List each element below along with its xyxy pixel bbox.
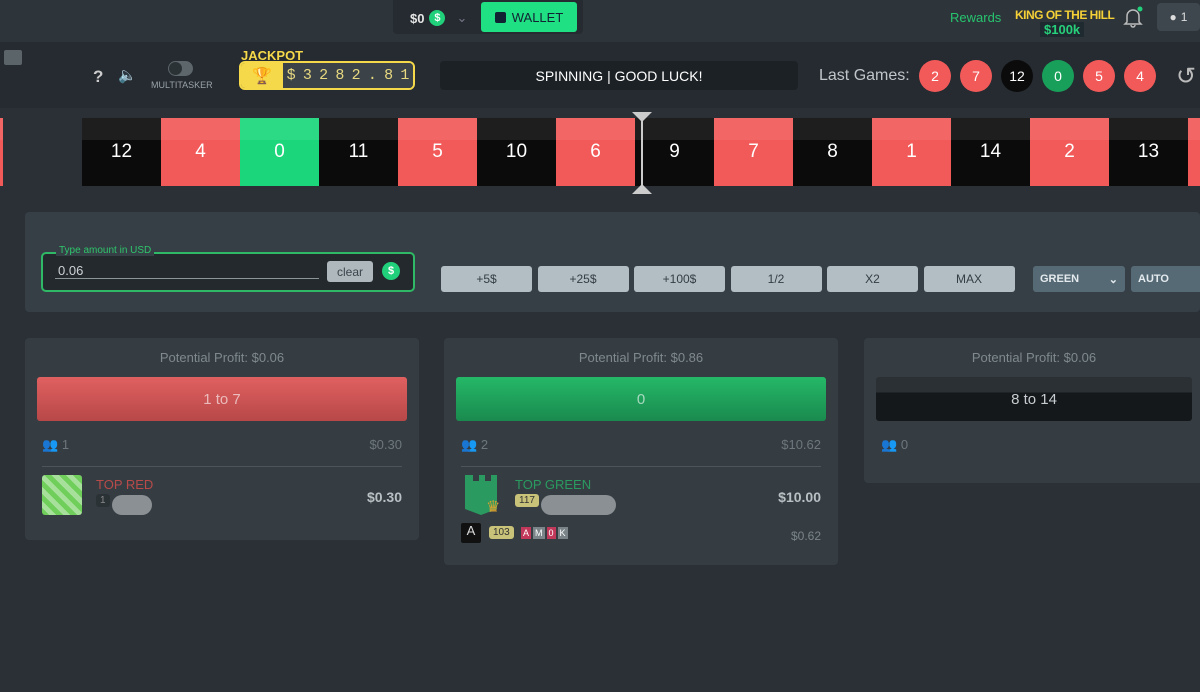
quick-bet-button[interactable]: +25$ (537, 266, 629, 292)
level-badge: 1 (96, 494, 110, 507)
potential-profit: Potential Profit: $0.06 (971, 350, 1097, 365)
jackpot-digit: 2 (319, 67, 329, 84)
last-game-ball: 7 (960, 60, 992, 92)
jackpot-counter[interactable]: 🏆 $3 2 8 2. 8 1 (239, 61, 415, 90)
marker-line (641, 114, 643, 192)
chat-icon[interactable] (4, 50, 22, 65)
last-game-ball: 5 (1083, 60, 1115, 92)
wheel-tile (1188, 118, 1200, 186)
auto-select[interactable]: AUTO (1131, 266, 1200, 292)
color-select[interactable]: GREEN ⌄ (1033, 266, 1125, 292)
trophy-icon: 🏆 (241, 63, 283, 88)
wheel-tile: 9 (635, 118, 714, 186)
chevron-down-icon: ⌄ (1108, 273, 1118, 286)
dollar-coin-icon: $ (382, 262, 400, 280)
potential-profit: Potential Profit: $0.06 (159, 350, 285, 365)
total-bet: $10.62 (781, 437, 821, 452)
badge: 0 (546, 527, 556, 539)
wheel-tile: 13 (1109, 118, 1188, 186)
players-count: 👥 0 (881, 437, 909, 452)
wheel-tile: 12 (82, 118, 161, 186)
badge: M (533, 527, 545, 539)
roulette-strip: 3 1240115106978114213 (0, 118, 1200, 186)
wheel-tile: 4 (161, 118, 240, 186)
history-icon[interactable]: ↺ (1176, 62, 1196, 91)
bet-black-button[interactable]: 8 to 14 (876, 377, 1192, 421)
bet-card-green: Potential Profit: $0.86 0 👥 2 $10.62 ♛ TO… (444, 338, 838, 565)
crown-icon: ♛ (486, 499, 501, 516)
bettor-row: A 103 AM0K $0.62 (461, 523, 821, 549)
wheel-tile: 5 (398, 118, 477, 186)
logo-prize: $100k (1040, 22, 1085, 37)
paw-icon: ● (1169, 10, 1177, 24)
top-bettor: ♛ TOP GREEN 117 $10.00 (461, 467, 821, 523)
jackpot-digit: . (367, 67, 377, 84)
username-redacted (112, 495, 152, 515)
quick-bet-button[interactable]: +5$ (441, 266, 532, 292)
bet-card-black: Potential Profit: $0.06 8 to 14 👥 0 (864, 338, 1200, 483)
avatar (42, 475, 82, 515)
chevron-down-icon[interactable]: ⌄ (456, 10, 467, 26)
wheel-tile: 11 (319, 118, 398, 186)
jackpot-digit: 3 (302, 67, 312, 84)
avatar: A (461, 523, 481, 543)
quick-bet-button[interactable]: X2 (827, 266, 918, 292)
last-game-ball: 0 (1042, 60, 1074, 92)
level-badge: 117 (515, 494, 539, 507)
user-button[interactable]: ● 1 (1157, 3, 1200, 31)
badge: K (557, 527, 568, 539)
wallet-icon (494, 11, 506, 23)
quick-bet-button[interactable]: MAX (923, 266, 1015, 292)
king-of-the-hill-logo[interactable]: KING OF THE HILL (1015, 8, 1115, 22)
bet-green-button[interactable]: 0 (456, 377, 826, 421)
username-redacted (541, 495, 616, 515)
sound-icon[interactable]: 🔈 (118, 66, 137, 84)
players-count: 👥 1 (42, 437, 70, 452)
wheel-tile: 7 (714, 118, 793, 186)
jackpot-digit: 1 (400, 67, 410, 84)
last-game-ball: 2 (919, 60, 951, 92)
wheel-tile: 0 (240, 118, 319, 186)
balance[interactable]: $0 $ ⌄ (410, 10, 467, 26)
bell-icon[interactable] (1122, 6, 1144, 28)
wheel-tile: 2 (1030, 118, 1109, 186)
multitasker-label: MULTITASKER (151, 80, 213, 90)
spin-status: SPINNING | GOOD LUCK! (440, 61, 798, 90)
last-game-ball: 4 (1124, 60, 1156, 92)
jackpot-digit: 2 (351, 67, 361, 84)
wallet-button[interactable]: WALLET (481, 2, 577, 32)
potential-profit: Potential Profit: $0.86 (578, 350, 704, 365)
jackpot-digit: 8 (335, 67, 345, 84)
wheel-tile: 10 (477, 118, 556, 186)
wheel-tile: 1 (872, 118, 951, 186)
total-bet: $0.30 (369, 437, 402, 452)
amount-label: Type amount in USD (56, 245, 155, 256)
level-badge: 103 (489, 526, 514, 539)
dollar-coin-icon: $ (429, 10, 446, 26)
marker-bottom (632, 184, 652, 194)
clear-button[interactable]: clear (327, 261, 373, 282)
wheel-tile: 8 (793, 118, 872, 186)
quick-bet-button[interactable]: 1/2 (730, 266, 822, 292)
rewards-link[interactable]: Rewards (950, 10, 1001, 25)
quick-bet-button[interactable]: +100$ (634, 266, 725, 292)
jackpot-digit: 8 (384, 67, 394, 84)
marker-top (632, 112, 652, 122)
help-button[interactable]: ? (93, 67, 103, 87)
players-count: 👥 2 (461, 437, 489, 452)
multitasker-toggle[interactable] (168, 61, 193, 76)
amount-input[interactable] (55, 262, 319, 279)
last-game-ball: 12 (1001, 60, 1033, 92)
wheel-tile: 14 (951, 118, 1030, 186)
badge: A (521, 527, 532, 539)
jackpot-digit: $ (286, 67, 296, 84)
bet-card-red: Potential Profit: $0.06 1 to 7 👥 1 $0.30 … (25, 338, 419, 540)
top-bettor: TOP RED 1 $0.30 (42, 467, 402, 523)
last-games-label: Last Games: (819, 67, 910, 84)
bet-red-button[interactable]: 1 to 7 (37, 377, 407, 421)
wheel-tile: 3 (0, 118, 3, 186)
wheel-tile: 6 (556, 118, 635, 186)
